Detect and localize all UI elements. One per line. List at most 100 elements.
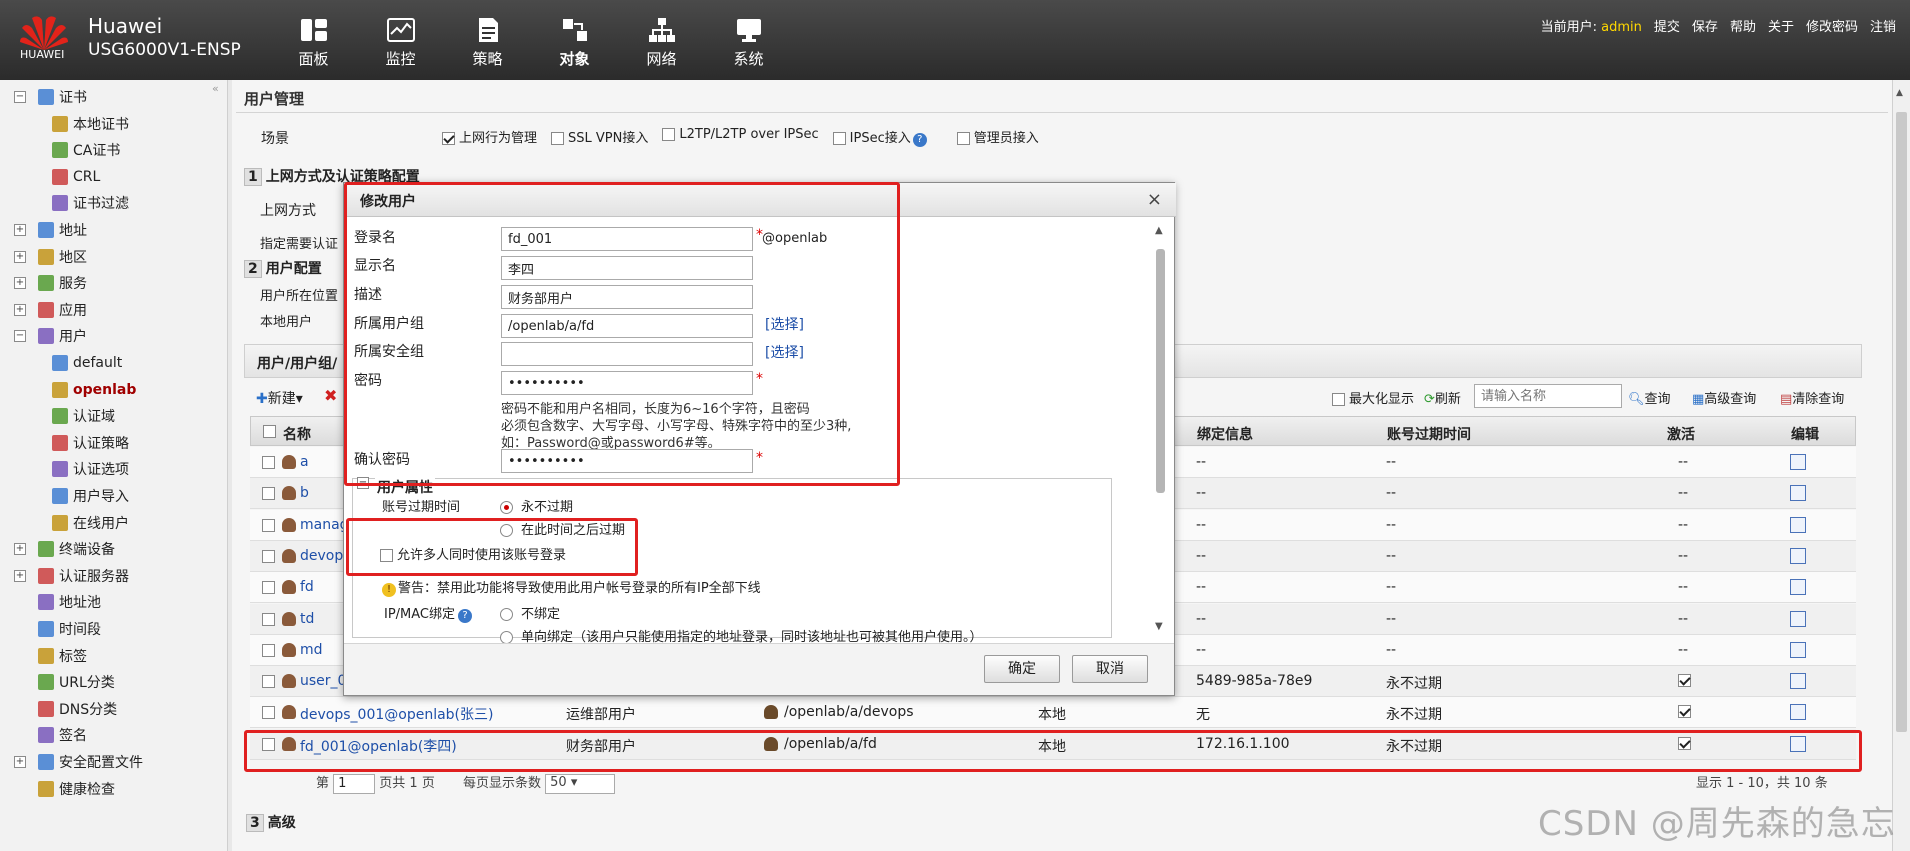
scene-ssl-vpn[interactable]: SSL VPN接入 (551, 127, 648, 147)
expand-icon[interactable]: + (14, 756, 26, 768)
row-checkbox[interactable] (262, 549, 275, 563)
scene-ipsec[interactable]: IPSec接入? (832, 127, 927, 147)
user-name-link[interactable]: fd (300, 579, 314, 595)
help-icon[interactable]: ? (912, 133, 927, 147)
row-checkbox[interactable] (262, 612, 275, 626)
edit-icon[interactable] (1790, 641, 1806, 658)
edit-icon[interactable] (1790, 610, 1806, 627)
nav-network[interactable]: 网络 (618, 16, 705, 69)
edit-icon[interactable] (1790, 673, 1806, 690)
sidebar-item[interactable]: 认证选项 (52, 458, 129, 480)
expand-icon[interactable]: + (14, 543, 26, 556)
scroll-down-icon[interactable]: ▼ (1155, 621, 1163, 632)
sidebar-item[interactable]: 时间段 (38, 618, 101, 640)
row-checkbox[interactable] (262, 706, 275, 720)
change-password-link[interactable]: 修改密码 (1806, 16, 1858, 35)
scene-l2tp[interactable]: L2TP/L2TP over IPSec (662, 127, 819, 147)
scroll-up-icon[interactable]: ▲ (1155, 225, 1163, 236)
expand-icon[interactable]: + (14, 303, 26, 316)
edit-icon[interactable] (1790, 454, 1806, 470)
sidebar-item[interactable]: 认证策略 (52, 432, 129, 454)
sidebar-item[interactable]: 服务 (38, 272, 87, 294)
sidebar-item[interactable]: 证书 (38, 86, 87, 108)
user-name-link[interactable]: b (300, 485, 309, 501)
edit-icon[interactable] (1790, 704, 1806, 721)
row-checkbox[interactable] (262, 518, 275, 532)
sidebar-item[interactable]: 地址 (38, 219, 87, 241)
logout-link[interactable]: 注销 (1870, 16, 1896, 35)
expand-icon[interactable]: + (14, 277, 26, 290)
clear-query-button[interactable]: ▤清除查询 (1780, 388, 1844, 407)
sidebar-item[interactable]: 签名 (38, 724, 87, 746)
expire-never-radio[interactable]: 永不过期 (500, 496, 573, 515)
user-name-link[interactable]: manag (300, 517, 349, 533)
table-row[interactable]: devops_001@openlab(张三) 运维部用户/openlab/a/de… (250, 697, 1856, 729)
user-name-link[interactable]: user_0 (300, 673, 346, 689)
row-checkbox[interactable] (262, 581, 275, 595)
select-all-checkbox[interactable] (263, 425, 276, 438)
per-page-select[interactable]: 50 ▾ (545, 773, 616, 794)
expand-icon[interactable]: + (14, 250, 26, 263)
expand-icon[interactable]: + (14, 569, 26, 582)
user-name-link[interactable]: devops_001@openlab(张三) (300, 704, 493, 724)
user-name-link[interactable]: a (300, 454, 309, 470)
nav-policy[interactable]: 策略 (444, 16, 531, 69)
edit-icon[interactable] (1790, 547, 1806, 564)
nav-system[interactable]: 系统 (705, 16, 792, 69)
sidebar-item[interactable]: CA证书 (52, 139, 120, 161)
expand-icon[interactable]: + (14, 224, 26, 236)
sidebar-item[interactable]: 证书过滤 (52, 192, 129, 214)
active-checkbox[interactable] (1678, 674, 1691, 688)
help-icon[interactable]: ? (458, 609, 473, 623)
collapse-icon[interactable]: − (14, 330, 26, 343)
sidebar-item[interactable]: CRL (52, 166, 100, 188)
edit-icon[interactable] (1790, 516, 1806, 533)
edit-icon[interactable] (1790, 485, 1806, 502)
sidebar-item[interactable]: 用户导入 (52, 485, 129, 507)
unbind-radio[interactable]: 不绑定 (500, 603, 560, 622)
sidebar-item[interactable]: 在线用户 (52, 512, 129, 534)
sidebar-item[interactable]: 用户 (38, 325, 87, 347)
sidebar-item[interactable]: 本地证书 (52, 113, 129, 135)
new-button[interactable]: ✚新建▾ (256, 388, 303, 408)
sidebar-item[interactable]: URL分类 (38, 671, 115, 693)
nav-dashboard[interactable]: 面板 (270, 16, 357, 69)
delete-icon[interactable]: ✖ (324, 386, 337, 405)
save-link[interactable]: 保存 (1692, 16, 1718, 35)
page-number-input[interactable] (333, 773, 376, 794)
scene-admin-access[interactable]: 管理员接入 (956, 127, 1039, 147)
edit-icon[interactable] (1790, 579, 1806, 596)
sidebar-item[interactable]: 终端设备 (38, 538, 115, 560)
sidebar-item[interactable]: 地区 (38, 246, 87, 268)
dialog-scrollbar[interactable]: ▲ ▼ (1154, 225, 1168, 635)
cancel-button[interactable]: 取消 (1072, 655, 1148, 683)
help-link[interactable]: 帮助 (1730, 16, 1756, 35)
collapse-icon[interactable]: − (14, 91, 26, 103)
scroll-thumb[interactable] (1156, 249, 1165, 493)
row-checkbox[interactable] (262, 487, 275, 501)
row-checkbox[interactable] (262, 456, 275, 469)
sidebar-collapse-icon[interactable]: « (212, 82, 219, 95)
sidebar-item[interactable]: 应用 (38, 299, 87, 321)
commit-link[interactable]: 提交 (1654, 16, 1680, 35)
grid-search-input[interactable] (1474, 384, 1622, 408)
nav-monitor[interactable]: 监控 (357, 16, 444, 69)
ok-button[interactable]: 确定 (984, 655, 1060, 683)
sidebar-item[interactable]: 健康检查 (38, 778, 115, 800)
active-checkbox[interactable] (1678, 705, 1691, 719)
sidebar-item[interactable]: openlab (52, 379, 136, 401)
refresh-button[interactable]: ⟳刷新 (1424, 388, 1461, 407)
about-link[interactable]: 关于 (1768, 16, 1794, 35)
maximize-toggle[interactable]: 最大化显示 (1332, 388, 1414, 407)
query-button[interactable]: 🔍︎查询 (1628, 388, 1671, 407)
advanced-query-button[interactable]: ▦高级查询 (1692, 388, 1756, 407)
user-name-link[interactable]: td (300, 611, 314, 627)
user-name-link[interactable]: md (300, 642, 323, 658)
sidebar-item[interactable]: DNS分类 (38, 698, 117, 720)
sidebar-item[interactable]: 认证服务器 (38, 565, 129, 587)
page-scrollbar[interactable]: ▲ (1892, 80, 1910, 851)
sidebar-item[interactable]: 安全配置文件 (38, 751, 143, 773)
row-checkbox[interactable] (262, 675, 275, 689)
sidebar-item[interactable]: 认证域 (52, 405, 115, 427)
scene-internet-behavior[interactable]: 上网行为管理 (442, 127, 537, 147)
